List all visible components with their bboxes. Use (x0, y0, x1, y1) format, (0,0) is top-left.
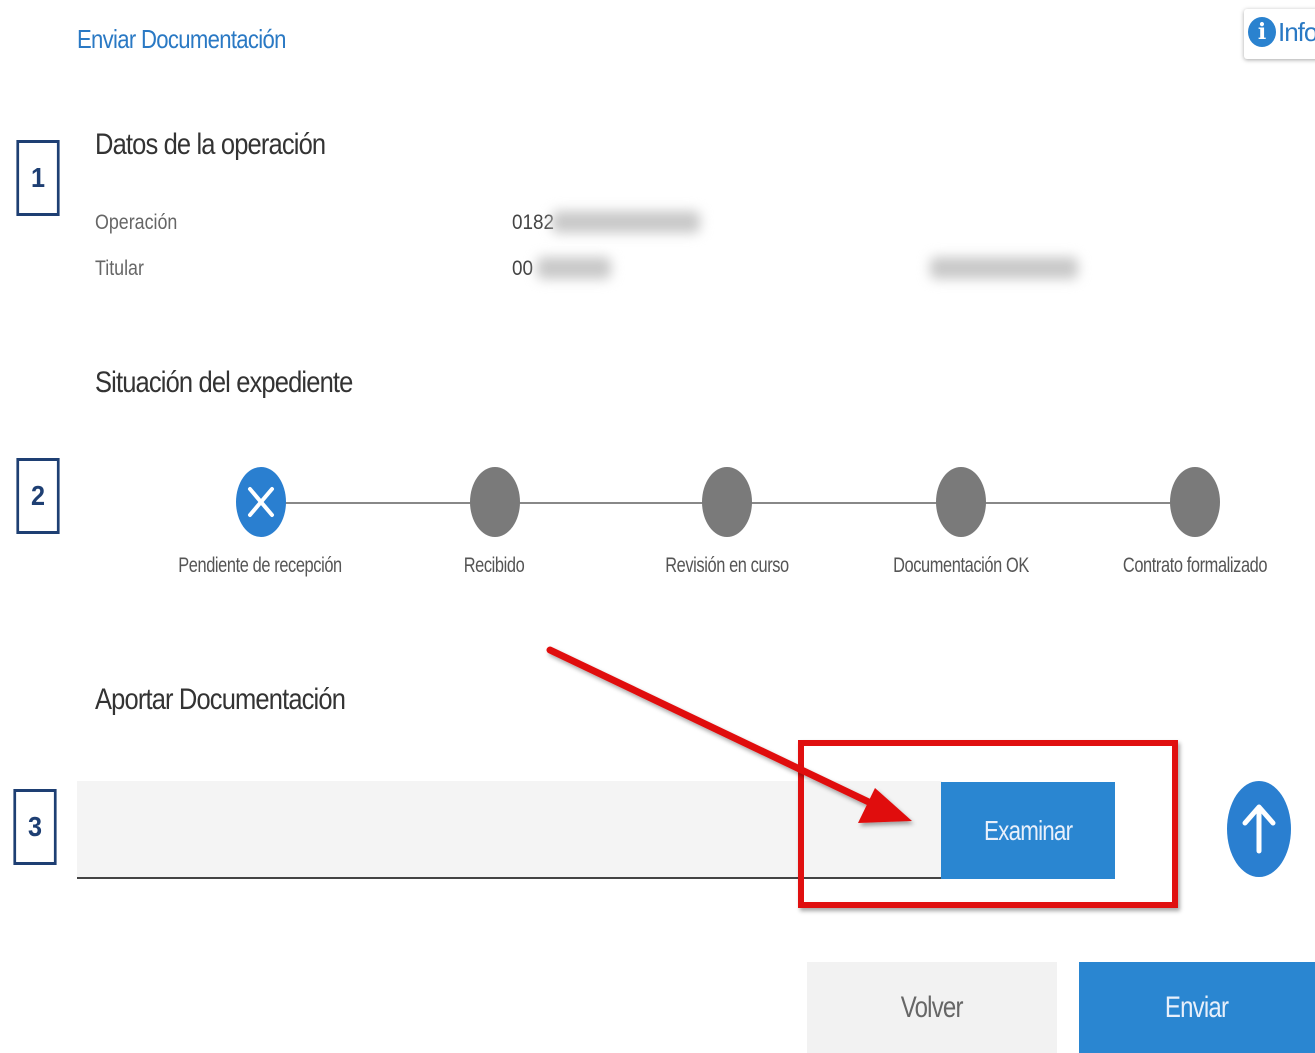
step-marker-3: 3 (13, 789, 57, 865)
info-icon: i (1248, 17, 1276, 47)
operation-value: 0182 (512, 211, 555, 234)
stage-label: Pendiente de recepción (178, 554, 342, 577)
stage-label: Revisión en curso (665, 554, 789, 577)
stage-label: Recibido (463, 554, 525, 577)
info-label: Info (1278, 17, 1315, 47)
status-section-title: Situación del expediente (95, 366, 353, 399)
upload-button[interactable] (1227, 781, 1291, 877)
close-x-icon (248, 487, 274, 517)
stage-node-review (702, 467, 752, 537)
redacted-holder-name (930, 257, 1078, 279)
stage-node-received (470, 467, 520, 537)
back-button-label: Volver (901, 990, 964, 1024)
back-button[interactable]: Volver (807, 962, 1057, 1053)
redacted-operation-number (552, 211, 700, 233)
stage-node-docs-ok (936, 467, 986, 537)
holder-label: Titular (95, 257, 144, 280)
stage-label: Contrato formalizado (1122, 554, 1268, 577)
send-button-label: Enviar (1165, 990, 1229, 1024)
step-marker-1: 1 (16, 140, 60, 216)
upload-section-title: Aportar Documentación (95, 683, 346, 716)
upload-arrow-icon (1242, 804, 1276, 854)
page-title: Enviar Documentación (77, 24, 286, 54)
holder-value: 00 (512, 257, 534, 280)
operation-label: Operación (95, 211, 178, 234)
send-button[interactable]: Enviar (1079, 962, 1315, 1053)
info-button[interactable]: i Info (1244, 9, 1315, 59)
operation-section-title: Datos de la operación (95, 128, 326, 161)
stage-label: Documentación OK (893, 554, 1029, 577)
redacted-holder-id (537, 257, 611, 279)
stage-node-pending-reception (236, 467, 286, 537)
annotation-arrow-icon (546, 646, 912, 823)
stage-node-contract (1170, 467, 1220, 537)
step-marker-2: 2 (16, 458, 60, 534)
